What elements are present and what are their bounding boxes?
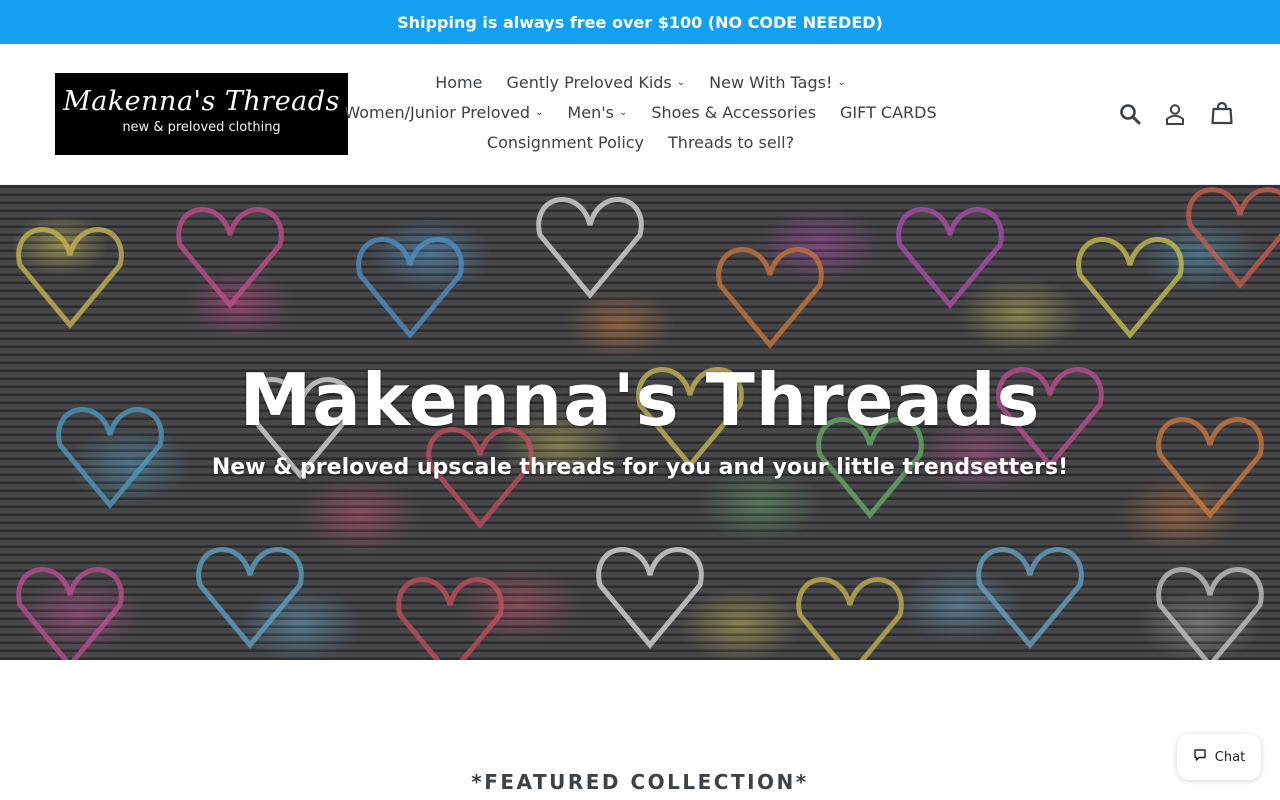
hero-title: Makenna's Threads [239, 358, 1041, 442]
search-icon[interactable] [1117, 101, 1143, 127]
site-header: Makenna's Threads new & preloved clothin… [0, 44, 1280, 185]
featured-collection-heading: *FEATURED COLLECTION* [471, 770, 809, 794]
nav-row-1: Home Gently Preloved Kids ⌄ New With Tag… [358, 73, 923, 93]
nav-home[interactable]: Home [435, 73, 482, 93]
nav-row-2: Women/Junior Preloved ⌄ Men's ⌄ Shoes & … [344, 103, 936, 123]
nav-mens[interactable]: Men's ⌄ [567, 103, 627, 123]
hero-subtitle: New & preloved upscale threads for you a… [211, 455, 1069, 480]
cart-icon[interactable] [1209, 100, 1235, 126]
nav-consignment-policy[interactable]: Consignment Policy [487, 133, 644, 153]
nav-women-junior-preloved[interactable]: Women/Junior Preloved ⌄ [344, 103, 543, 123]
chat-button[interactable]: Chat [1177, 734, 1261, 780]
nav-shoes-accessories[interactable]: Shoes & Accessories [651, 103, 816, 123]
logo-title: Makenna's Threads [63, 86, 340, 117]
nav-new-with-tags[interactable]: New With Tags! ⌄ [709, 73, 846, 93]
announcement-bar: Shipping is always free over $100 (NO CO… [0, 0, 1280, 44]
nav-gently-preloved-kids[interactable]: Gently Preloved Kids ⌄ [506, 73, 685, 93]
site-logo[interactable]: Makenna's Threads new & preloved clothin… [55, 73, 348, 155]
nav-threads-to-sell[interactable]: Threads to sell? [668, 133, 794, 153]
announcement-text: Shipping is always free over $100 (NO CO… [397, 12, 883, 32]
chat-bubble-icon [1193, 748, 1207, 766]
logo-tagline: new & preloved clothing [122, 120, 281, 135]
chevron-down-icon: ⌄ [837, 77, 846, 88]
account-icon[interactable] [1162, 101, 1188, 127]
chevron-down-icon: ⌄ [618, 107, 628, 118]
chevron-down-icon: ⌄ [676, 77, 686, 88]
chat-label: Chat [1214, 749, 1246, 765]
hero-banner: Makenna's Threads New & preloved upscale… [0, 185, 1280, 660]
nav-row-3: Consignment Policy Threads to sell? [358, 133, 923, 153]
nav-gift-cards[interactable]: GIFT CARDS [840, 103, 937, 123]
chevron-down-icon: ⌄ [535, 107, 544, 118]
